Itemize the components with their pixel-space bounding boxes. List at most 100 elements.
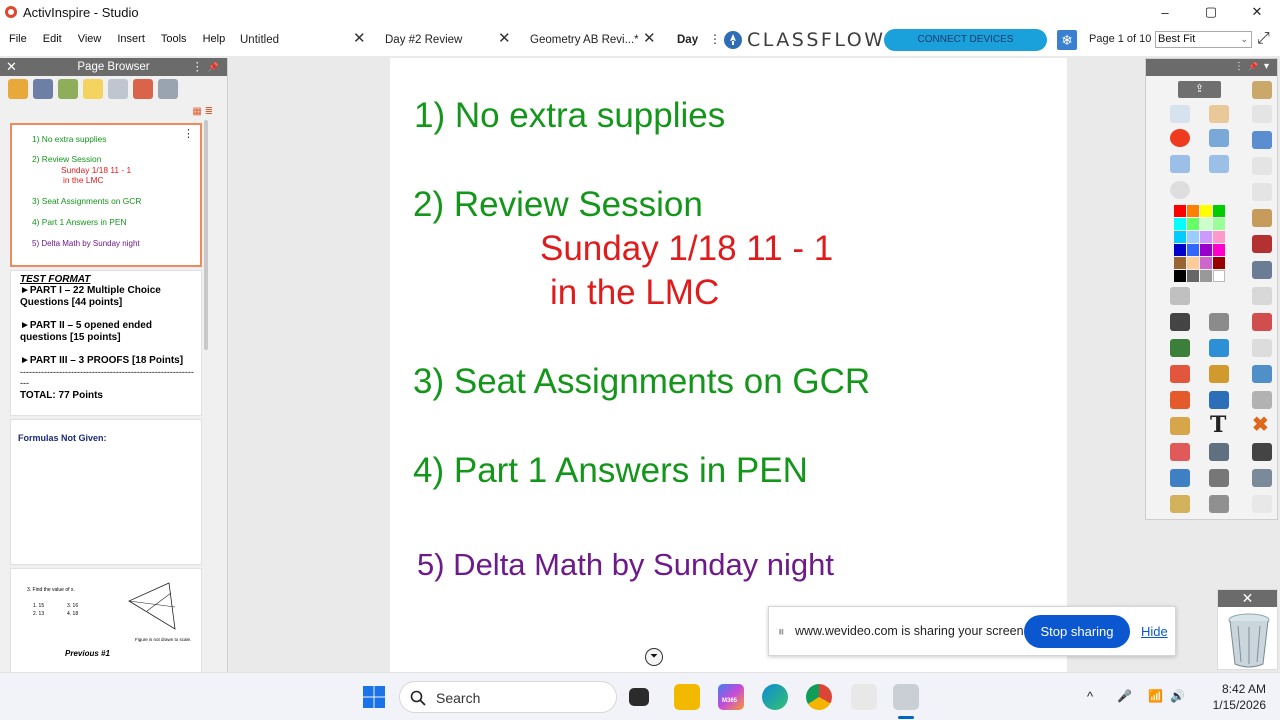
previous-page-icon[interactable] (1170, 155, 1190, 173)
tab-untitled[interactable]: Untitled ✕ (240, 28, 370, 54)
color-swatch[interactable] (1200, 270, 1212, 282)
file-explorer-icon[interactable] (674, 684, 700, 710)
refresh-icon[interactable] (1170, 469, 1190, 487)
chevron-up-icon[interactable]: ^ (1087, 689, 1093, 704)
recycle-bin[interactable]: ✕ (1217, 589, 1278, 670)
page-thumbnail-1[interactable]: ⋮ 1) No extra supplies 2) Review Session… (10, 123, 202, 267)
close-window-button[interactable]: ✕ (1234, 0, 1280, 24)
hide-link[interactable]: Hide (1141, 624, 1168, 639)
fill-icon[interactable] (1170, 417, 1190, 435)
color-swatch[interactable] (1213, 244, 1225, 256)
edge-icon[interactable] (762, 684, 788, 710)
more-icon[interactable]: ⋮ (192, 58, 204, 76)
close-icon[interactable]: ✕ (6, 58, 17, 76)
color-swatch[interactable] (1200, 205, 1212, 217)
minimize-button[interactable]: – (1142, 0, 1188, 24)
connector-icon[interactable] (1209, 391, 1229, 409)
profile-switch-icon[interactable] (1252, 81, 1272, 99)
snowflake-icon[interactable]: ❄ (1057, 30, 1077, 50)
snipping-tool-icon[interactable] (851, 684, 877, 710)
menu-edit[interactable]: Edit (35, 26, 70, 56)
save-icon[interactable] (1252, 235, 1272, 253)
color-swatch[interactable] (1187, 257, 1199, 269)
zoom-icon[interactable] (1252, 469, 1272, 487)
m365-icon[interactable]: M365 (718, 684, 744, 710)
activinspire-taskbar-icon[interactable] (893, 684, 919, 710)
tab-day[interactable]: Day (677, 28, 707, 54)
menu-insert[interactable]: Insert (109, 26, 153, 56)
user-icon[interactable] (1209, 105, 1229, 123)
more-icon[interactable]: ⋮ (1234, 61, 1244, 72)
menu-help[interactable]: Help (195, 26, 234, 56)
color-swatch[interactable] (1174, 270, 1186, 282)
color-swatch[interactable] (1213, 270, 1225, 282)
notes-icon[interactable] (1252, 183, 1272, 201)
color-swatch[interactable] (1213, 231, 1225, 243)
reset-page-icon[interactable] (1170, 443, 1190, 461)
color-swatch[interactable] (1200, 257, 1212, 269)
view-mode-icon[interactable]: ▦ ≣ (192, 106, 213, 117)
page-thumbnail-3[interactable]: Formulas Not Given: (10, 419, 202, 565)
next-page-icon[interactable] (1209, 155, 1229, 173)
color-swatch[interactable] (1187, 205, 1199, 217)
maximize-button[interactable]: ▢ (1188, 0, 1234, 24)
tab-geometry-ab-review[interactable]: Geometry AB Revi...* ✕ (530, 28, 660, 54)
color-swatch[interactable] (1174, 205, 1186, 217)
page-nav-icon[interactable]: ⏷ (645, 648, 663, 666)
pin-icon[interactable]: 📌 (208, 58, 219, 76)
select-icon[interactable] (1170, 313, 1190, 331)
tab-close-icon[interactable]: ✕ (498, 27, 511, 51)
page-thumbnail-2[interactable]: TEST FORMAT ►PART I – 22 Multiple Choice… (10, 270, 202, 416)
text-tool-icon[interactable]: T (1210, 412, 1226, 438)
connect-devices-button[interactable]: CONNECT DEVICES (884, 29, 1047, 51)
taskbar-search[interactable]: Search (399, 681, 617, 713)
volume-icon[interactable]: 🔊 (1170, 689, 1185, 703)
chevron-down-icon[interactable]: ▾ (1264, 61, 1269, 72)
duplicate-icon[interactable] (1252, 339, 1272, 357)
windows-start-icon[interactable] (362, 685, 386, 709)
action-browser-icon[interactable] (133, 79, 153, 99)
thumbnail-menu-icon[interactable]: ⋮ (183, 127, 194, 140)
system-clock[interactable]: 8:42 AM 1/15/2026 (1196, 681, 1266, 713)
stamp-icon[interactable] (1252, 391, 1272, 409)
container-icon[interactable] (1209, 469, 1229, 487)
tab-close-icon[interactable]: ✕ (353, 27, 366, 51)
zoom-select[interactable]: Best Fit ⌄ (1155, 31, 1252, 48)
main-menu-icon[interactable] (1170, 105, 1190, 123)
tabs-more-icon[interactable]: ⋮ (709, 32, 721, 46)
shape-icon[interactable] (1170, 391, 1190, 409)
color-swatch[interactable] (1174, 257, 1186, 269)
play-icon[interactable] (1170, 181, 1190, 199)
pin-icon[interactable]: 📌 (1248, 62, 1258, 71)
menu-view[interactable]: View (70, 26, 110, 56)
eraser-icon[interactable] (1170, 365, 1190, 383)
delete-icon[interactable]: ✖ (1252, 412, 1269, 437)
pen-width-icon[interactable] (1170, 287, 1190, 305)
print-icon[interactable] (1252, 261, 1272, 279)
task-view-icon[interactable] (629, 688, 649, 706)
pen-icon[interactable] (1170, 339, 1190, 357)
color-swatch[interactable] (1200, 244, 1212, 256)
color-swatch[interactable] (1174, 218, 1186, 230)
page-browser-icon[interactable] (8, 79, 28, 99)
color-swatch[interactable] (1187, 244, 1199, 256)
more-tools-icon[interactable] (1252, 495, 1272, 513)
drag-handle-icon[interactable]: ⏸ (778, 624, 786, 640)
flipchart-page[interactable]: 1) No extra supplies 2) Review Session S… (390, 58, 1067, 672)
page-thumbnail-4[interactable]: 3. Find the value of x. 1. 15 3. 16 2. 1… (10, 568, 202, 672)
insert-page-icon[interactable] (1252, 365, 1272, 383)
color-swatch[interactable] (1213, 218, 1225, 230)
color-swatch[interactable] (1200, 231, 1212, 243)
tab-close-icon[interactable]: ✕ (643, 27, 656, 51)
magic-ink-icon[interactable] (1209, 365, 1229, 383)
handwriting-icon[interactable] (1170, 495, 1190, 513)
color-swatch[interactable] (1174, 231, 1186, 243)
compass-icon[interactable] (1209, 495, 1229, 513)
microphone-icon[interactable]: 🎤 (1117, 689, 1132, 703)
color-swatch[interactable] (1187, 270, 1199, 282)
close-icon[interactable]: ✕ (1218, 590, 1277, 607)
color-swatch[interactable] (1200, 218, 1212, 230)
clear-icon[interactable] (1252, 105, 1272, 123)
stop-sharing-button[interactable]: Stop sharing (1024, 615, 1130, 648)
menu-tools[interactable]: Tools (153, 26, 195, 56)
